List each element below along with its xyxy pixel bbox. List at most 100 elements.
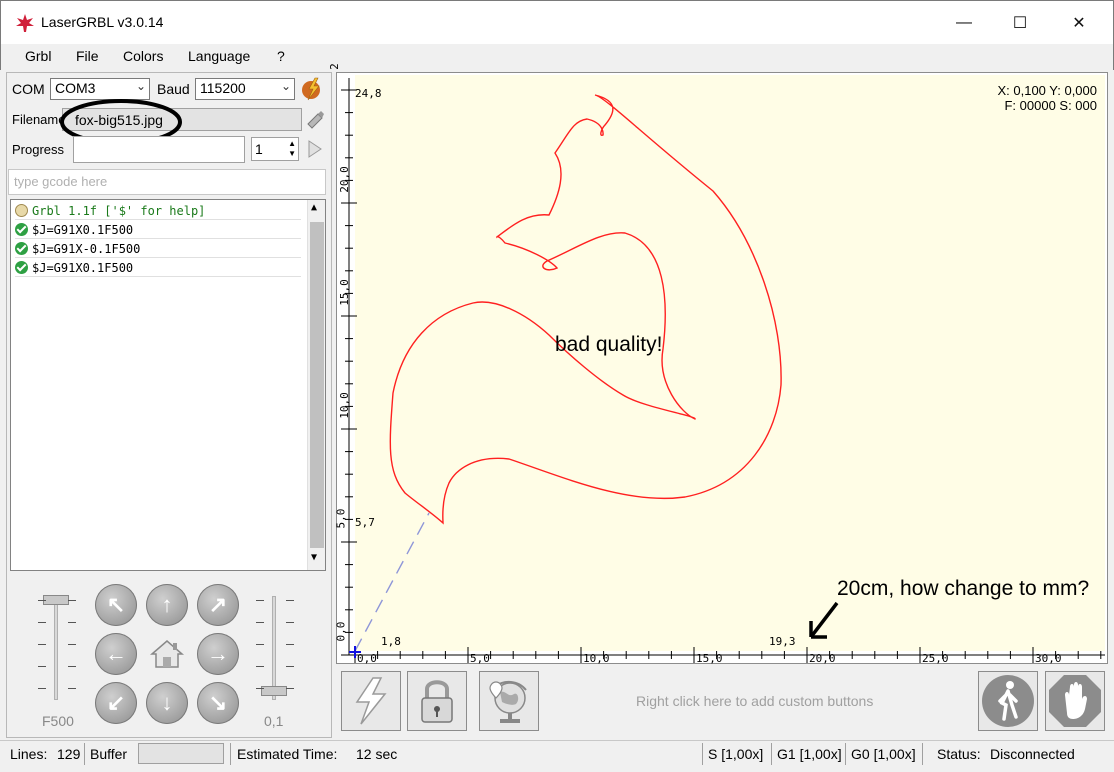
jog-down-left-button[interactable]: ↙	[95, 682, 137, 724]
checkmark-icon	[15, 261, 28, 274]
title-bar: LaserGRBL v3.0.14 — ☐ ✕	[0, 0, 1114, 44]
gcode-input[interactable]: type gcode here	[8, 169, 326, 195]
y-axis-tick-label: 0,0	[334, 621, 348, 642]
maximize-icon: ☐	[1012, 15, 1028, 32]
menu-bar: Grbl File Colors Language ?	[0, 44, 1114, 70]
status-value: Disconnected	[990, 746, 1075, 762]
globe-icon	[489, 680, 527, 723]
arrow-down-left-icon: ↙	[106, 690, 126, 715]
jog-down-right-button[interactable]: ↘	[197, 682, 239, 724]
com-label: COM	[12, 81, 45, 97]
jog-up-button[interactable]: ↑	[146, 584, 188, 626]
lines-value: 129	[57, 746, 81, 762]
g1-override[interactable]: G1 [1,00x]	[777, 746, 842, 762]
bbox-left-x-label: 1,8	[381, 635, 401, 648]
close-icon: ✕	[1072, 15, 1086, 32]
s-override[interactable]: S [1,00x]	[708, 746, 763, 762]
annotation-units: 20cm, how change to mm?	[837, 577, 1090, 600]
x-axis-tick-label: 0,0	[357, 652, 377, 665]
home-button[interactable]	[146, 633, 188, 675]
log-text: $J=G91X0.1F500	[32, 222, 134, 237]
laser-fire-button[interactable]	[341, 671, 401, 731]
copies-stepper[interactable]: 1 ▲ ▼	[251, 137, 299, 161]
x-axis-tick-label: 30,0	[1035, 652, 1062, 665]
g0-override[interactable]: G0 [1,00x]	[851, 746, 916, 762]
y-axis-tick-label: 15,0	[337, 279, 351, 306]
set-origin-button[interactable]	[479, 671, 539, 731]
y-axis-tick-label: 20,0	[337, 166, 351, 193]
baud-select[interactable]: 115200 ⌄	[195, 78, 295, 100]
step-slider[interactable]	[272, 596, 276, 700]
console-log[interactable]: Grbl 1.1f ['$' for help] $J=G91X0.1F500 …	[10, 199, 326, 571]
chevron-down-icon: ⌄	[280, 79, 291, 93]
y-axis-tick-label: 10,0	[337, 392, 351, 419]
estimated-time-value: 12 sec	[356, 746, 398, 762]
log-scrollbar[interactable]: ▲ ▼	[307, 200, 325, 570]
x-axis-tick-label: 5,0	[470, 652, 490, 665]
estimated-time-label: Estimated Time:	[237, 746, 338, 762]
preview-drawing	[337, 73, 1107, 663]
bbox-bottom-y-label: 5,7	[355, 516, 375, 529]
y-axis-tick-label: 5,0	[334, 508, 348, 529]
arrow-down-icon: ↓	[161, 690, 173, 715]
bbox-right-x-label: 19,3	[769, 635, 796, 648]
checkmark-icon	[15, 242, 28, 255]
log-text: Grbl 1.1f ['$' for help]	[32, 203, 206, 218]
step-slider-thumb[interactable]	[261, 686, 287, 696]
pause-walk-button[interactable]	[978, 671, 1038, 731]
coordinates-xy: X: 0,100 Y: 0,000	[997, 83, 1097, 98]
jog-down-button[interactable]: ↓	[146, 682, 188, 724]
jog-right-button[interactable]: →	[197, 633, 239, 675]
jog-up-right-button[interactable]: ↗	[197, 584, 239, 626]
menu-language[interactable]: Language	[188, 48, 250, 64]
coordinates-readout: X: 0,100 Y: 0,000 F: 00000 S: 000	[997, 83, 1097, 113]
jog-left-button[interactable]: ←	[95, 633, 137, 675]
arrow-right-icon: →	[207, 641, 229, 666]
maximize-button[interactable]: ☐	[997, 2, 1043, 44]
x-axis-tick-label: 10,0	[583, 652, 610, 665]
annotation-quality: bad quality!	[555, 333, 663, 356]
close-button[interactable]: ✕	[1056, 2, 1102, 44]
chevron-down-icon: ▼	[311, 552, 318, 563]
minimize-button[interactable]: —	[941, 2, 987, 44]
stop-button[interactable]	[1045, 671, 1105, 731]
log-line: Grbl 1.1f ['$' for help]	[15, 202, 301, 220]
minimize-icon: —	[956, 14, 972, 31]
copies-value: 1	[255, 141, 263, 157]
menu-grbl[interactable]: Grbl	[25, 48, 51, 64]
menu-file[interactable]: File	[76, 48, 99, 64]
y-axis-tick-label: 2	[327, 63, 341, 70]
baud-label: Baud	[157, 81, 190, 97]
window-title: LaserGRBL v3.0.14	[41, 14, 164, 30]
jog-up-left-button[interactable]: ↖	[95, 584, 137, 626]
speed-label: F500	[42, 713, 74, 729]
chevron-down-icon: ⌄	[135, 79, 146, 93]
custom-buttons-hint[interactable]: Right click here to add custom buttons	[636, 693, 873, 709]
preview-canvas[interactable]: 24,8 5,7 1,8 19,3 0,0 5,0 10,0 15,0 20,0 25,0…	[328, 63, 1108, 665]
progress-label: Progress	[12, 142, 65, 157]
step-label: 0,1	[264, 713, 284, 729]
annotation-arrow	[809, 601, 839, 639]
speed-slider[interactable]	[54, 596, 58, 700]
lines-label: Lines:	[10, 746, 48, 762]
hand-stop-icon	[1049, 675, 1101, 727]
app-leaf-icon	[16, 14, 34, 32]
status-label: Status:	[937, 746, 981, 762]
unlock-button[interactable]	[407, 671, 467, 731]
scrollbar-thumb[interactable]	[310, 222, 324, 548]
speed-slider-thumb[interactable]	[43, 595, 69, 605]
arrow-up-right-icon: ↗	[208, 592, 228, 617]
run-button[interactable]	[306, 139, 324, 159]
menu-help[interactable]: ?	[277, 48, 285, 64]
buffer-label: Buffer	[90, 746, 128, 762]
log-text: $J=G91X0.1F500	[32, 260, 134, 275]
lightning-icon	[355, 677, 387, 725]
open-file-button[interactable]	[304, 108, 326, 130]
menu-colors[interactable]: Colors	[123, 48, 163, 64]
log-line: $J=G91X0.1F500	[15, 221, 301, 239]
buffer-bar	[138, 743, 224, 764]
log-line: $J=G91X-0.1F500	[15, 240, 301, 258]
connect-button[interactable]	[299, 76, 325, 102]
com-port-value: COM3	[55, 80, 96, 96]
x-axis-tick-label: 25,0	[922, 652, 949, 665]
